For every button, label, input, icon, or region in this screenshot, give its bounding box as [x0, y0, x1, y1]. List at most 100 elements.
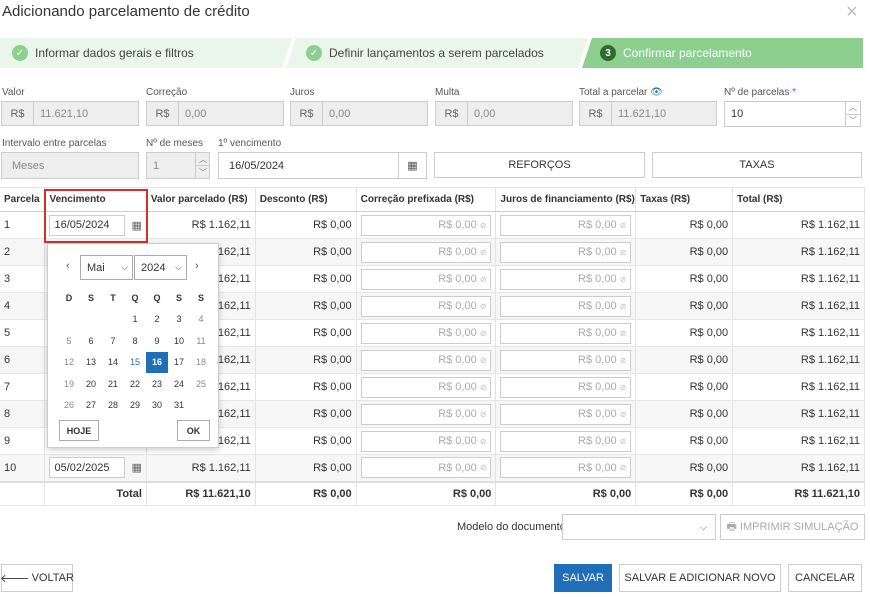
calendar-day[interactable]: 31	[168, 395, 190, 417]
cell-desconto: R$ 0,00	[255, 454, 357, 482]
calendar-day[interactable]: 4	[190, 309, 212, 331]
currency-prefix: R$	[579, 101, 612, 126]
cell-total: R$ 1.162,11	[732, 319, 865, 347]
calendar-day[interactable]: 2	[146, 309, 168, 331]
col-taxas: Taxas (R$)	[635, 187, 734, 212]
ok-button[interactable]: OK	[177, 420, 210, 441]
cell-desconto: R$ 0,00	[255, 319, 357, 347]
today-button[interactable]: HOJE	[59, 420, 99, 441]
clear-icon: ⊘	[479, 409, 487, 419]
clear-icon: ⊘	[619, 382, 627, 392]
clear-icon: ⊘	[619, 301, 627, 311]
year-select[interactable]: 2024 ⌵	[134, 255, 187, 280]
clear-icon: ⊘	[479, 247, 487, 257]
modelo-select[interactable]: ⌵	[562, 514, 716, 540]
calendar-day[interactable]: 10	[168, 330, 190, 352]
month-select[interactable]: Mai ⌵	[80, 255, 133, 280]
cell-juros: R$ 0,00 ⊘	[495, 292, 637, 320]
cell-desconto: R$ 0,00	[255, 211, 357, 239]
calendar-day[interactable]: 30	[146, 395, 168, 417]
cell-total: R$ 1.162,11	[732, 211, 865, 239]
cell-correcao: R$ 0,00 ⊘	[356, 265, 497, 293]
cell-taxas: R$ 0,00	[635, 319, 734, 347]
salvar-button[interactable]: SALVAR	[554, 564, 612, 592]
cell-parcela: 2	[0, 238, 46, 266]
check-icon: ✓	[12, 45, 28, 61]
num-parcelas-input[interactable]: 10	[724, 101, 861, 127]
chevron-down-icon: ⌵	[700, 521, 707, 532]
calendar-day[interactable]: 14	[102, 352, 124, 374]
salvar-novo-button[interactable]: SALVAR E ADICIONAR NOVO	[619, 564, 781, 592]
clear-icon: ⊘	[619, 463, 627, 473]
prev-month-icon[interactable]: ‹	[66, 260, 70, 272]
calendar-day[interactable]: 15	[124, 352, 146, 374]
cancelar-button[interactable]: CANCELAR	[788, 564, 862, 592]
weekday-header: D	[65, 292, 73, 303]
cell-correcao: R$ 0,00 ⊘	[356, 211, 497, 239]
calendar-day[interactable]: 22	[124, 373, 146, 395]
reforcos-button[interactable]: REFORÇOS	[434, 152, 645, 178]
taxas-button[interactable]: TAXAS	[652, 152, 862, 178]
calendar-day[interactable]: 24	[168, 373, 190, 395]
chevron-up-icon[interactable]: ︿	[846, 102, 860, 115]
calendar-day[interactable]: 5	[58, 330, 80, 352]
clear-icon: ⊘	[619, 328, 627, 338]
step-label: Definir lançamentos a serem parcelados	[329, 46, 544, 60]
chevron-down-icon[interactable]: ﹀	[846, 115, 860, 127]
correcao-input: R$ 0,00 ⊘	[360, 403, 492, 425]
calendar-day[interactable]: 19	[58, 373, 80, 395]
calendar-day[interactable]: 7	[102, 330, 124, 352]
cell-taxas: R$ 0,00	[635, 346, 734, 374]
close-icon[interactable]: ×	[846, 1, 858, 24]
table-row: 10 05/02/2025 ▦ R$ 1.162,11 R$ 0,00 R$ 0,00 ⊘ R…	[0, 454, 865, 482]
calendar-day[interactable]: 21	[102, 373, 124, 395]
calendar-day[interactable]: 8	[124, 330, 146, 352]
step-general-data[interactable]: ✓ Informar dados gerais e filtros	[12, 38, 194, 68]
step-confirm[interactable]: 3 Confirmar parcelamento	[600, 38, 752, 68]
calendar-day[interactable]: 29	[124, 395, 146, 417]
first-due-label: 1º vencimento	[218, 138, 282, 149]
due-date-input[interactable]: 05/02/2025	[49, 457, 126, 479]
currency-prefix: R$	[1, 101, 34, 126]
calendar-day[interactable]: 28	[102, 395, 124, 417]
calendar-day[interactable]: 16	[146, 351, 168, 373]
clear-icon: ⊘	[619, 247, 627, 257]
correcao-input: R$ 0,00 ⊘	[360, 214, 492, 236]
juros-input: R$ 0,00 ⊘	[500, 403, 632, 425]
calendar-day[interactable]: 18	[190, 352, 212, 374]
calendar-day[interactable]: 13	[80, 352, 102, 374]
first-due-date-input[interactable]: 16/05/2024	[218, 152, 399, 179]
col-valor: Valor parcelado (R$)	[146, 187, 256, 212]
calendar-day[interactable]: 9	[146, 330, 168, 352]
cell-total: R$ 1.162,11	[732, 427, 865, 455]
step-define-entries[interactable]: ✓ Definir lançamentos a serem parcelados	[306, 38, 544, 68]
juros-field: 0,00	[322, 101, 428, 126]
calendar-day[interactable]: 20	[80, 373, 102, 395]
calendar-day[interactable]: 12	[58, 352, 80, 374]
calendar-day[interactable]: 11	[190, 330, 212, 352]
calendar-day[interactable]: 25	[190, 373, 212, 395]
chevron-down-icon: ⌵	[175, 262, 182, 272]
calendar-day[interactable]: 23	[146, 373, 168, 395]
correcao-input: R$ 0,00 ⊘	[360, 322, 492, 344]
calendar-grid: D S T Q Q S S 1 2 3 4 5 6 7 8 9 10 11 12 13 14 15 16 17 18 19 20 21…	[58, 287, 212, 416]
calendar-day[interactable]: 27	[80, 395, 102, 417]
juros-label: Juros	[290, 87, 315, 98]
cell-correcao: R$ 0,00 ⊘	[356, 292, 497, 320]
parcelas-stepper[interactable]: ︿ ﹀	[845, 102, 860, 126]
calendar-icon[interactable]: ▦	[398, 152, 427, 179]
arrow-left-icon: 🡐	[0, 573, 30, 585]
cell-parcela: 3	[0, 265, 46, 293]
calendar-day[interactable]: 1	[124, 309, 146, 331]
cell-total: R$ 1.162,11	[732, 400, 865, 428]
calendar-day[interactable]: 26	[58, 395, 80, 417]
juros-input: R$ 0,00 ⊘	[500, 322, 632, 344]
calendar-day[interactable]: 3	[168, 309, 190, 331]
next-month-icon[interactable]: ›	[195, 260, 199, 272]
calendar-icon[interactable]: ▦	[131, 461, 141, 474]
voltar-button[interactable]: 🡐 VOLTAR	[0, 564, 74, 592]
calendar-day[interactable]: 17	[168, 352, 190, 374]
eye-icon[interactable]: 👁	[650, 87, 663, 98]
calendar-day[interactable]: 6	[80, 330, 102, 352]
cell-total: R$ 1.162,11	[732, 346, 865, 374]
